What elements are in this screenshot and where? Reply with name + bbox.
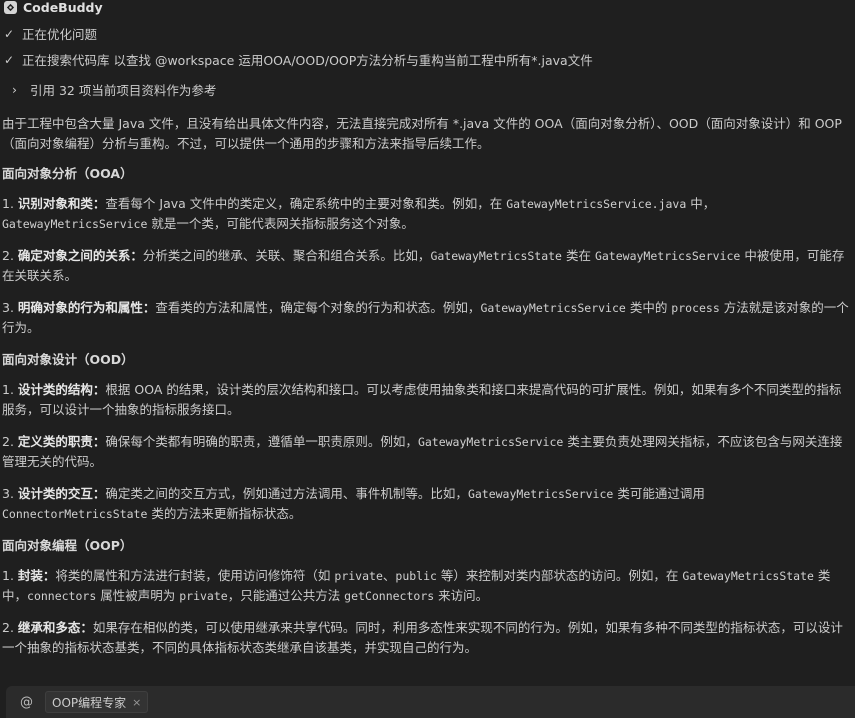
step-label: 正在优化问题: [22, 27, 98, 42]
reference-toggle[interactable]: › 引用 32 项当前项目资料作为参考: [12, 80, 216, 99]
section-heading-ooa: 面向对象分析（OOA）: [2, 166, 133, 181]
step-label: 正在搜索代码库 以查找 @workspace 运用OOA/OOD/OOP方法分析…: [22, 53, 593, 68]
app-title: CodeBuddy: [23, 0, 103, 15]
codebuddy-logo-icon: [4, 0, 17, 14]
close-icon[interactable]: ×: [132, 696, 141, 709]
list-item: 2. 继承和多态：如果存在相似的类，可以使用继承来共享代码。同时，利用多态性来实…: [2, 620, 843, 655]
list-item: 1. 识别对象和类：查看每个 Java 文件中的类定义，确定系统中的主要对象和类…: [2, 196, 716, 231]
section-heading-ood: 面向对象设计（OOD）: [2, 352, 134, 367]
app-header: CodeBuddy: [4, 0, 103, 15]
check-icon: ✓: [4, 52, 15, 67]
mention-button[interactable]: @: [20, 695, 33, 710]
list-item: 3. 明确对象的行为和属性：查看类的方法和属性，确定每个对象的行为和状态。例如，…: [2, 300, 849, 335]
step-item: ✓ 正在搜索代码库 以查找 @workspace 运用OOA/OOD/OOP方法…: [4, 50, 593, 69]
list-item: 2. 确定对象之间的关系：分析类之间的继承、关联、聚合和组合关系。比如，Gate…: [2, 248, 845, 283]
list-item: 2. 定义类的职责：确保每个类都有明确的职责，遵循单一职责原则。例如，Gatew…: [2, 434, 843, 469]
chevron-right-icon: ›: [12, 82, 17, 97]
chat-input-bar[interactable]: @ OOP编程专家 ×: [6, 686, 855, 718]
list-item: 3. 设计类的交互：确定类之间的交互方式，例如通过方法调用、事件机制等。比如，G…: [2, 486, 705, 521]
reference-label: 引用 32 项当前项目资料作为参考: [30, 83, 217, 98]
list-item: 1. 封装：将类的属性和方法进行封装，使用访问修饰符（如 private、pub…: [2, 568, 831, 603]
agent-chip-label: OOP编程专家: [52, 695, 127, 710]
intro-paragraph: 由于工程中包含大量 Java 文件，且没有给出具体文件内容，无法直接完成对所有 …: [2, 116, 842, 151]
section-heading-oop: 面向对象编程（OOP）: [2, 538, 133, 553]
step-item: ✓ 正在优化问题: [4, 24, 97, 43]
agent-chip[interactable]: OOP编程专家 ×: [45, 691, 149, 713]
check-icon: ✓: [4, 26, 15, 41]
list-item: 1. 设计类的结构：根据 OOA 的结果，设计类的层次结构和接口。可以考虑使用抽…: [2, 382, 842, 417]
answer-content: 由于工程中包含大量 Java 文件，且没有给出具体文件内容，无法直接完成对所有 …: [2, 114, 852, 660]
